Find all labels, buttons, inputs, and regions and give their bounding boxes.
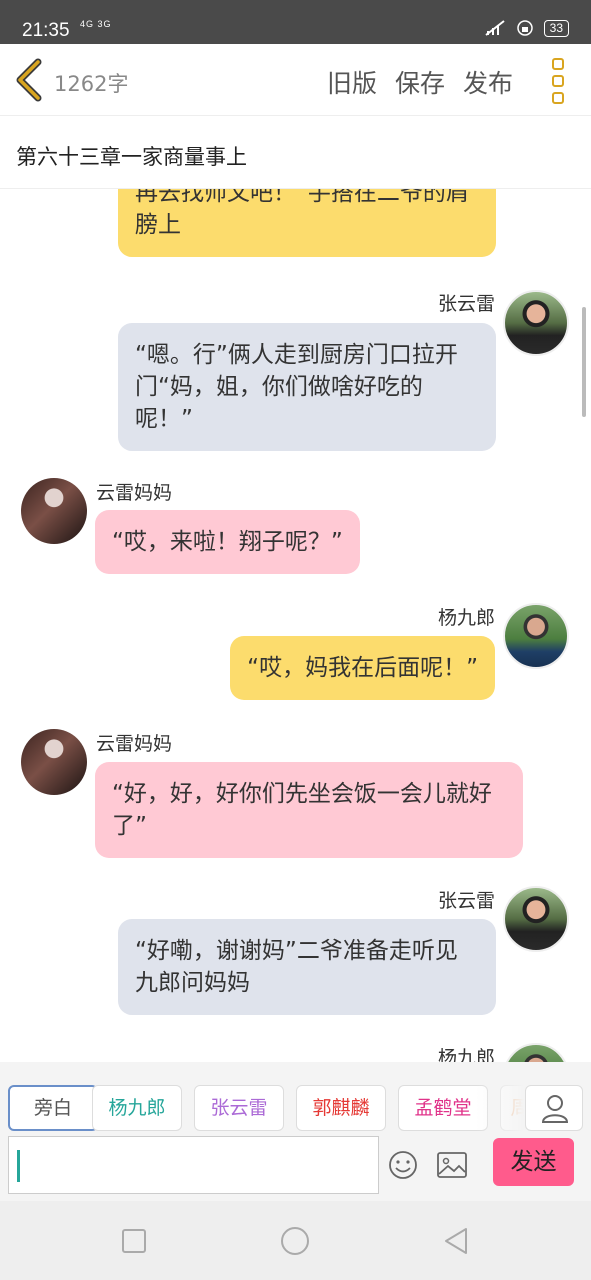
avatar[interactable] <box>503 603 569 669</box>
word-count: 1262字 <box>54 72 129 96</box>
message-bubble[interactable]: “好嘞，谢谢妈”二爷准备走听见九郎问妈妈 <box>118 919 496 1015</box>
speaker-name: 杨九郎 <box>437 607 495 629</box>
nav-square-icon[interactable] <box>118 1225 150 1257</box>
role-chip-narration[interactable]: 旁白 <box>8 1085 98 1131</box>
message-bubble[interactable]: “嗯。行”俩人走到厨房门口拉开门“妈，姐，你们做啥好吃的呢！” <box>118 323 496 451</box>
speaker-name: 杨九郎 <box>437 1047 495 1062</box>
network-indicator: 4G 3G <box>80 19 112 29</box>
message-bubble[interactable]: 再去找师父吧！”手搭在二爷的肩膀上 <box>118 189 496 257</box>
publish-button[interactable]: 发布 <box>463 64 513 100</box>
back-chevron-icon <box>16 58 42 102</box>
more-vertical-icon[interactable] <box>549 58 567 104</box>
avatar[interactable] <box>21 478 87 544</box>
status-time: 21:35 <box>22 20 70 41</box>
back-button[interactable] <box>12 58 52 102</box>
chapter-title[interactable]: 第六十三章一家商量事上 <box>0 117 591 189</box>
role-chip[interactable]: 杨九郎 <box>92 1085 182 1131</box>
image-icon[interactable] <box>436 1151 468 1179</box>
message-bubble[interactable]: “好，好，好你们先坐会饭一会儿就好了” <box>95 762 523 858</box>
text-caret <box>17 1150 20 1182</box>
add-role-button[interactable] <box>525 1085 583 1131</box>
status-bar: 21:35 4G 3G 33 <box>0 0 591 44</box>
input-bar: 发送 <box>0 1134 591 1201</box>
scrollbar[interactable] <box>582 307 586 417</box>
avatar[interactable] <box>503 290 569 356</box>
speaker-name: 云雷妈妈 <box>96 733 173 755</box>
message-text: 再去找师父吧！”手搭在二爷的肩膀上 <box>135 189 469 238</box>
message-text: “哎，来啦！翔子呢？” <box>112 529 343 555</box>
signal-off-icon <box>485 20 505 36</box>
user-icon <box>541 1095 569 1123</box>
message-text: “哎，妈我在后面呢！” <box>247 655 478 681</box>
nav-back-icon[interactable] <box>440 1225 472 1257</box>
message-bubble[interactable]: “哎，妈我在后面呢！” <box>230 636 495 700</box>
send-button[interactable]: 发送 <box>493 1138 574 1186</box>
speaker-name: 云雷妈妈 <box>96 482 173 504</box>
speaker-name: 张云雷 <box>437 293 495 315</box>
old-version-button[interactable]: 旧版 <box>327 64 377 100</box>
role-selector: 旁白 杨九郎 张云雷 郭麒麟 孟鹤堂 周 <box>0 1062 591 1134</box>
editor-header: 1262字 旧版 保存 发布 <box>0 44 591 116</box>
avatar[interactable] <box>21 729 87 795</box>
message-text: “好嘞，谢谢妈”二爷准备走听见九郎问妈妈 <box>135 938 458 996</box>
message-bubble[interactable]: “哎，来啦！翔子呢？” <box>95 510 360 574</box>
avatar[interactable] <box>503 1043 569 1062</box>
save-button[interactable]: 保存 <box>395 64 445 100</box>
message-text: “好，好，好你们先坐会饭一会儿就好了” <box>112 781 492 839</box>
header-actions: 旧版 保存 发布 <box>327 64 513 100</box>
status-icons: 33 <box>484 19 569 37</box>
battery-indicator: 33 <box>543 19 569 37</box>
message-input[interactable] <box>8 1136 379 1194</box>
role-chip[interactable]: 孟鹤堂 <box>398 1085 488 1131</box>
message-text: “嗯。行”俩人走到厨房门口拉开门“妈，姐，你们做啥好吃的呢！” <box>135 342 458 432</box>
chat-list[interactable]: 再去找师父吧！”手搭在二爷的肩膀上 张云雷 “嗯。行”俩人走到厨房门口拉开门“妈… <box>0 189 591 1062</box>
lock-rotation-icon <box>516 20 533 36</box>
role-chip[interactable]: 张云雷 <box>194 1085 284 1131</box>
emoji-icon[interactable] <box>388 1150 418 1180</box>
nav-circle-icon[interactable] <box>279 1225 311 1257</box>
role-chip[interactable]: 郭麒麟 <box>296 1085 386 1131</box>
avatar[interactable] <box>503 886 569 952</box>
system-nav-bar <box>0 1201 591 1280</box>
speaker-name: 张云雷 <box>437 890 495 912</box>
